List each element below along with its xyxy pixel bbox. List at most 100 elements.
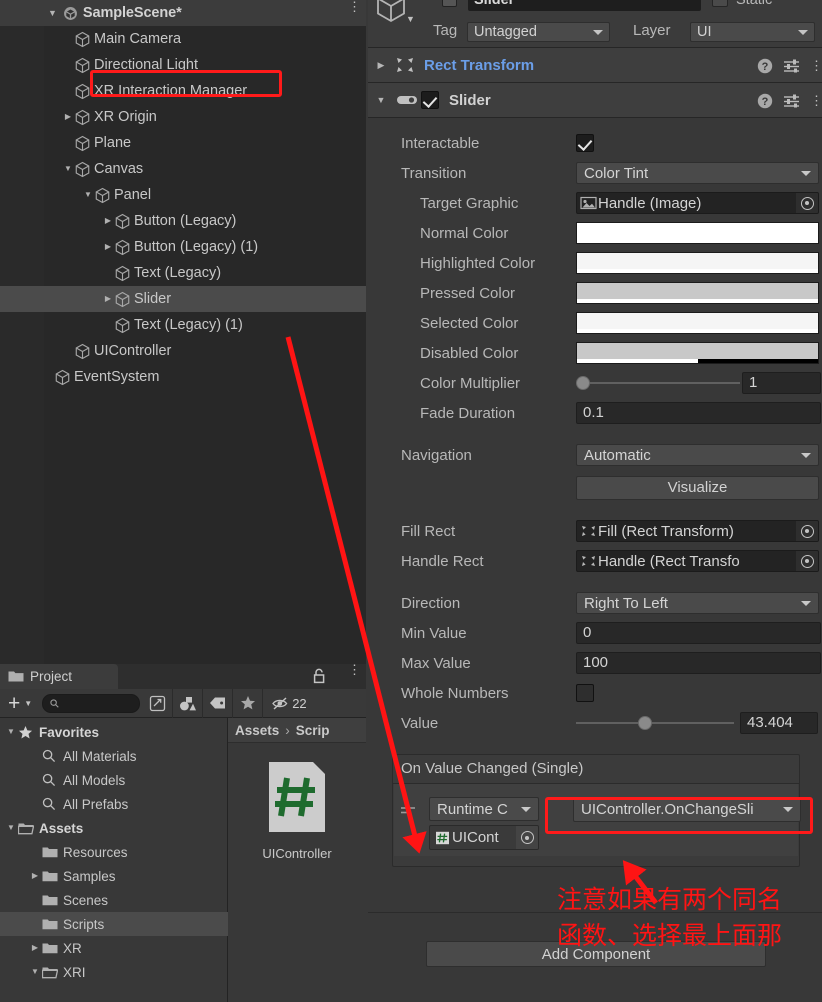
project-tree-item-favorites[interactable]: ▼ Favorites	[0, 720, 228, 744]
interactable-checkbox[interactable]	[576, 134, 594, 152]
foldout-icon[interactable]: ▼	[62, 165, 74, 173]
foldout-icon[interactable]: ▶	[102, 295, 114, 303]
foldout-icon[interactable]: ▼	[4, 728, 18, 736]
project-tree-item-assets[interactable]: ▼ Assets	[0, 816, 228, 840]
event-target-object-field[interactable]: UICont	[429, 825, 539, 850]
lock-icon[interactable]	[312, 668, 326, 684]
hierarchy-item-text-legacy[interactable]: Text (Legacy)	[0, 260, 366, 286]
foldout-icon[interactable]: ▶	[102, 243, 114, 251]
project-hidden-assets-button[interactable]: 22	[262, 688, 314, 718]
project-save-search-button[interactable]	[142, 689, 172, 718]
slider-menu-icon[interactable]: ⋮	[810, 94, 822, 107]
preset-icon[interactable]	[783, 93, 800, 108]
slider-knob[interactable]	[638, 716, 653, 730]
hierarchy-item-slider[interactable]: ▶ Slider	[0, 286, 366, 312]
project-filter-type-button[interactable]	[172, 688, 202, 718]
preset-icon[interactable]	[783, 58, 800, 73]
hierarchy-item-directional-light[interactable]: Directional Light	[0, 52, 366, 78]
event-function-dropdown[interactable]: UIController.OnChangeSli	[573, 797, 801, 822]
project-filter-favorites-button[interactable]	[232, 688, 262, 718]
hierarchy-item-button-legacy[interactable]: ▶ Button (Legacy)	[0, 208, 366, 234]
tag-dropdown[interactable]: Untagged	[467, 22, 610, 42]
rect-transform-menu-icon[interactable]: ⋮	[810, 59, 822, 72]
hierarchy-item-eventsystem[interactable]: EventSystem	[0, 364, 366, 390]
layer-dropdown[interactable]: UI	[690, 22, 815, 42]
project-tree-item-resources[interactable]: Resources	[0, 840, 228, 864]
foldout-icon[interactable]: ▶	[28, 944, 42, 952]
project-tree-item-all-models[interactable]: All Models	[0, 768, 228, 792]
project-search-input[interactable]	[62, 697, 133, 709]
hierarchy-item-canvas[interactable]: ▼ Canvas	[0, 156, 366, 182]
gameobject-icon-caret[interactable]: ▼	[406, 14, 415, 24]
max-value-input[interactable]: 100	[576, 652, 821, 674]
project-tree-item-scripts[interactable]: Scripts	[0, 912, 228, 936]
tab-project[interactable]: Project	[0, 664, 118, 689]
hierarchy-item-text-legacy-1[interactable]: Text (Legacy) (1)	[0, 312, 366, 338]
event-runtime-mode-dropdown[interactable]: Runtime C	[429, 797, 539, 821]
breadcrumb-current[interactable]: Scrip	[296, 723, 330, 738]
gameobject-name-field[interactable]: Slider	[468, 0, 701, 11]
normal-color-swatch[interactable]	[576, 222, 819, 244]
foldout-icon[interactable]: ▶	[62, 113, 74, 121]
object-picker-icon[interactable]	[796, 193, 818, 213]
direction-dropdown[interactable]: Right To Left	[576, 592, 819, 614]
gameobject-enabled-checkbox[interactable]	[442, 0, 457, 7]
foldout-icon[interactable]: ▶	[28, 872, 42, 880]
foldout-icon[interactable]: ▼	[28, 968, 42, 976]
project-tree-item-xr[interactable]: ▶ XR	[0, 936, 228, 960]
component-header-slider[interactable]: ▼ Slider ? ⋮	[368, 83, 822, 118]
object-picker-icon[interactable]	[516, 826, 538, 849]
visualize-button[interactable]: Visualize	[576, 476, 819, 500]
hierarchy-item-main-camera[interactable]: Main Camera	[0, 26, 366, 52]
project-filter-label-button[interactable]	[202, 688, 232, 718]
hierarchy-item-button-legacy-1[interactable]: ▶ Button (Legacy) (1)	[0, 234, 366, 260]
gameobject-static-checkbox[interactable]	[712, 0, 728, 7]
asset-item-uicontroller[interactable]: UIController	[242, 758, 352, 861]
transition-dropdown[interactable]: Color Tint	[576, 162, 819, 184]
selected-color-swatch[interactable]	[576, 312, 819, 334]
hierarchy-item-xr-interaction-manager[interactable]: XR Interaction Manager	[0, 78, 366, 104]
hierarchy-item-plane[interactable]: Plane	[0, 130, 366, 156]
scene-foldout-icon[interactable]: ▼	[48, 8, 57, 18]
hierarchy-item-xr-origin[interactable]: ▶ XR Origin	[0, 104, 366, 130]
project-tree-item-xri[interactable]: ▼ XRI	[0, 960, 228, 984]
project-add-button[interactable]: +	[8, 693, 20, 714]
foldout-icon[interactable]: ▶	[102, 217, 114, 225]
help-icon[interactable]: ?	[757, 93, 773, 109]
navigation-dropdown[interactable]: Automatic	[576, 444, 819, 466]
hierarchy-scene-header[interactable]: ▼ SampleScene* ⋮	[0, 0, 366, 26]
project-tree-item-scenes[interactable]: Scenes	[0, 888, 228, 912]
pressed-color-swatch[interactable]	[576, 282, 819, 304]
foldout-icon[interactable]: ▼	[4, 824, 18, 832]
hierarchy-item-panel[interactable]: ▼ Panel	[0, 182, 366, 208]
whole-numbers-checkbox[interactable]	[576, 684, 594, 702]
disabled-color-swatch[interactable]	[576, 342, 819, 364]
rect-transform-foldout-icon[interactable]: ▶	[368, 60, 394, 71]
slider-knob[interactable]	[576, 376, 590, 390]
hierarchy-menu-icon[interactable]: ⋮	[348, 0, 361, 13]
highlighted-color-swatch[interactable]	[576, 252, 819, 274]
object-picker-icon[interactable]	[796, 521, 818, 541]
color-multiplier-input[interactable]: 1	[742, 372, 821, 394]
breadcrumb-root[interactable]: Assets	[235, 723, 279, 738]
project-menu-icon[interactable]: ⋮	[348, 663, 361, 676]
help-icon[interactable]: ?	[757, 58, 773, 74]
project-add-caret-icon[interactable]: ▼	[24, 699, 32, 708]
component-header-rect-transform[interactable]: ▶ Rect Transform ? ⋮	[368, 48, 822, 83]
hierarchy-item-uicontroller[interactable]: UIController	[0, 338, 366, 364]
min-value-input[interactable]: 0	[576, 622, 821, 644]
target-graphic-object-field[interactable]: Handle (Image)	[576, 192, 819, 214]
foldout-icon[interactable]: ▼	[82, 191, 94, 199]
handle-rect-object-field[interactable]: Handle (Rect Transfo	[576, 550, 819, 572]
project-search-field[interactable]	[42, 693, 141, 713]
object-picker-icon[interactable]	[796, 551, 818, 571]
color-multiplier-slider[interactable]	[576, 372, 740, 394]
value-input[interactable]: 43.404	[740, 712, 818, 734]
slider-foldout-icon[interactable]: ▼	[368, 95, 394, 105]
project-tree-item-all-materials[interactable]: All Materials	[0, 744, 228, 768]
value-slider[interactable]	[576, 712, 734, 734]
drag-handle-icon[interactable]	[401, 806, 415, 816]
fill-rect-object-field[interactable]: Fill (Rect Transform)	[576, 520, 819, 542]
project-tree-item-samples[interactable]: ▶ Samples	[0, 864, 228, 888]
slider-enabled-checkbox[interactable]	[421, 91, 439, 109]
